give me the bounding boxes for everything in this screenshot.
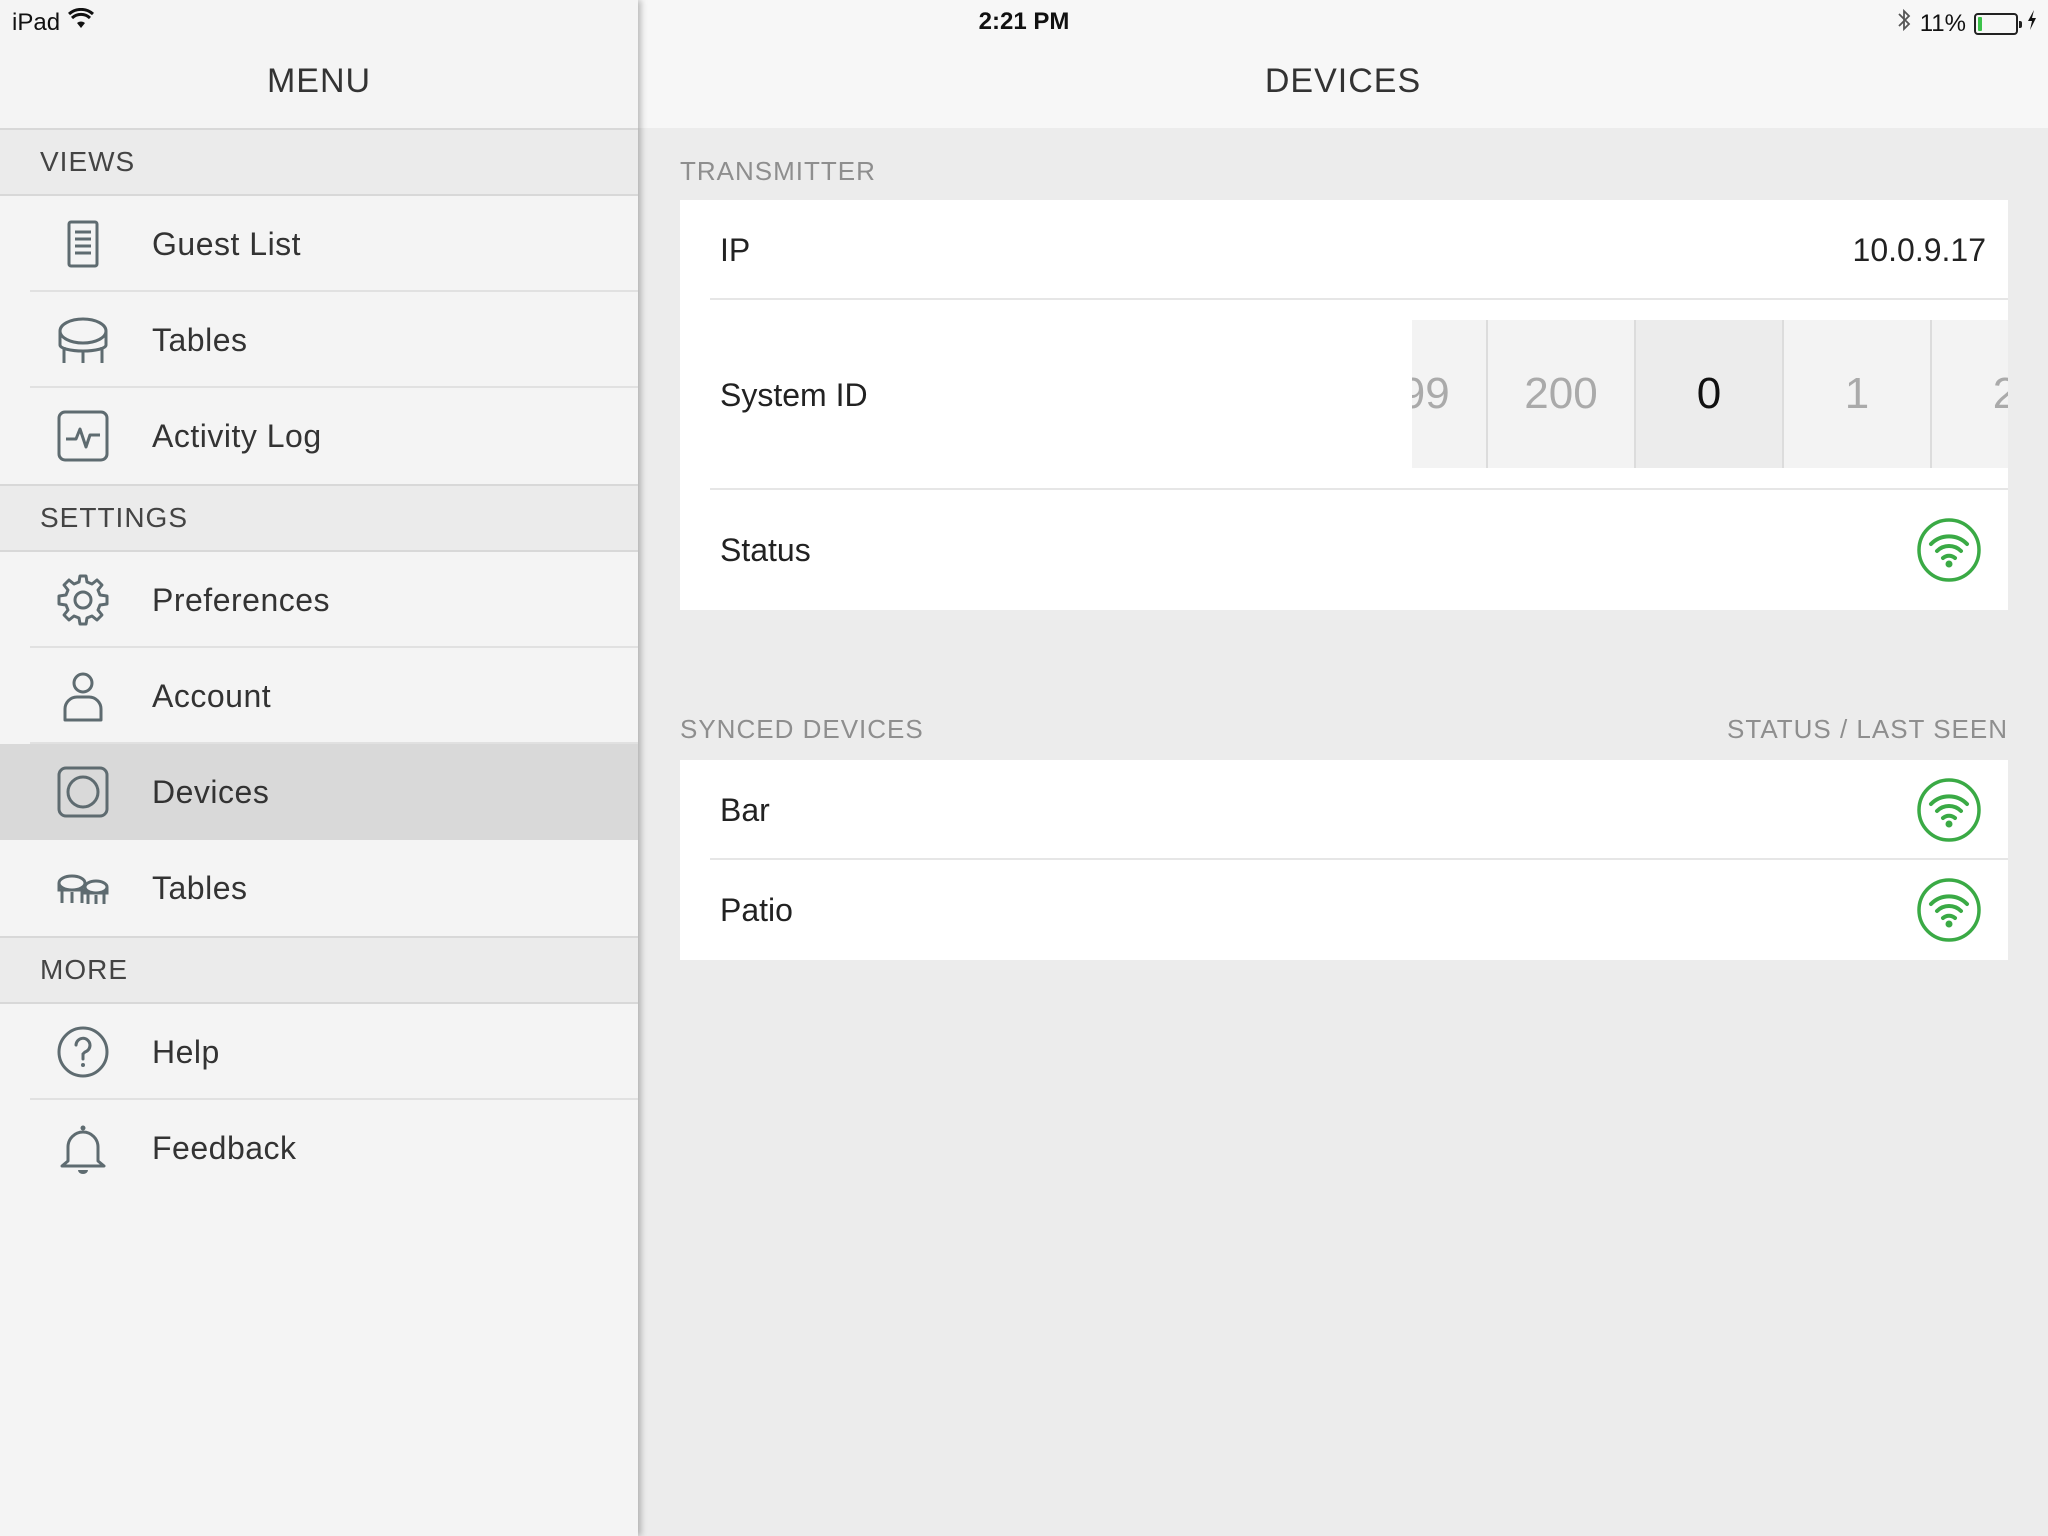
- wifi-connected-icon: [1916, 777, 1982, 843]
- status-time: 2:21 PM: [978, 8, 1070, 35]
- help-question-icon: [54, 1023, 112, 1081]
- activity-pulse-icon: [54, 407, 112, 465]
- picker-option[interactable]: 199: [1412, 320, 1486, 468]
- system-id-picker[interactable]: 199 200 0 1 2: [1412, 320, 2008, 468]
- sidebar-item-label: Account: [152, 677, 272, 714]
- ip-row: IP 10.0.9.17: [680, 200, 2008, 300]
- sidebar-item-help[interactable]: Help: [0, 1004, 638, 1100]
- battery-level-fill: [1978, 16, 1982, 31]
- ip-value: 10.0.9.17: [1852, 231, 1986, 268]
- picker-option[interactable]: 2: [1930, 320, 2008, 468]
- transmitter-card: IP 10.0.9.17 System ID 199 200 0 1 2 Sta…: [680, 200, 2008, 610]
- device-row-bar[interactable]: Bar: [680, 760, 2008, 860]
- gear-icon: [54, 571, 112, 629]
- status-right: 11%: [1896, 8, 2038, 39]
- sidebar-item-tables-settings[interactable]: Tables: [0, 840, 638, 936]
- sidebar-item-feedback[interactable]: Feedback: [0, 1100, 638, 1196]
- picker-option-selected[interactable]: 0: [1634, 320, 1782, 468]
- sidebar-item-preferences[interactable]: Preferences: [0, 552, 638, 648]
- charging-bolt-icon: [2026, 9, 2038, 38]
- table-icon: [54, 311, 112, 369]
- status-row: Status: [680, 490, 2008, 610]
- status-label: Status: [720, 531, 811, 568]
- synced-devices-card: Bar Patio: [680, 760, 2008, 960]
- sidebar-item-label: Activity Log: [152, 417, 322, 454]
- multiple-tables-icon: [54, 859, 112, 917]
- status-bar: iPad 2:21 PM 11%: [0, 0, 2048, 42]
- sidebar-item-account[interactable]: Account: [0, 648, 638, 744]
- wifi-connected-icon: [1916, 877, 1982, 943]
- sidebar-item-activity-log[interactable]: Activity Log: [0, 388, 638, 484]
- section-header-views: VIEWS: [0, 128, 638, 196]
- device-name: Patio: [720, 891, 793, 928]
- menu-sections: VIEWS Guest List Tables Activity Log SET…: [0, 128, 638, 1196]
- sidebar-menu: MENU VIEWS Guest List Tables Activity Lo…: [0, 0, 638, 1536]
- device-name: Bar: [720, 791, 770, 828]
- bluetooth-icon: [1896, 8, 1912, 39]
- document-list-icon: [54, 215, 112, 273]
- page-title: DEVICES: [1264, 62, 1422, 100]
- person-icon: [54, 667, 112, 725]
- sidebar-item-label: Tables: [152, 321, 248, 358]
- synced-devices-header: SYNCED DEVICES: [680, 714, 924, 744]
- sidebar-item-label: Feedback: [152, 1129, 297, 1166]
- sidebar-item-label: Guest List: [152, 225, 302, 262]
- sidebar-item-label: Tables: [152, 869, 248, 906]
- picker-option[interactable]: 1: [1782, 320, 1930, 468]
- battery-percent: 11%: [1919, 9, 1966, 37]
- sidebar-item-label: Devices: [152, 773, 270, 810]
- screen: iPad 2:21 PM 11% MENU VIEWS Guest List T…: [0, 0, 2048, 1536]
- battery-icon: [1974, 12, 2022, 35]
- transmitter-header: TRANSMITTER: [680, 156, 876, 186]
- sidebar-item-devices[interactable]: Devices: [0, 744, 638, 840]
- device-row-patio[interactable]: Patio: [680, 860, 2008, 960]
- section-header-more: MORE: [0, 936, 638, 1004]
- sidebar-item-tables-view[interactable]: Tables: [0, 292, 638, 388]
- sidebar-item-label: Preferences: [152, 581, 331, 618]
- status-last-seen-header: STATUS / LAST SEEN: [1727, 714, 2008, 744]
- wifi-connected-icon: [1916, 517, 1982, 583]
- system-id-label: System ID: [720, 376, 868, 413]
- main-panel: DEVICES TRANSMITTER IP 10.0.9.17 System …: [638, 0, 2048, 1536]
- menu-title: MENU: [266, 62, 372, 100]
- sidebar-item-label: Help: [152, 1033, 220, 1070]
- picker-option[interactable]: 200: [1486, 320, 1634, 468]
- bell-icon: [54, 1119, 112, 1177]
- ip-label: IP: [720, 231, 751, 268]
- device-icon: [54, 763, 112, 821]
- sidebar-item-guest-list[interactable]: Guest List: [0, 196, 638, 292]
- section-header-settings: SETTINGS: [0, 484, 638, 552]
